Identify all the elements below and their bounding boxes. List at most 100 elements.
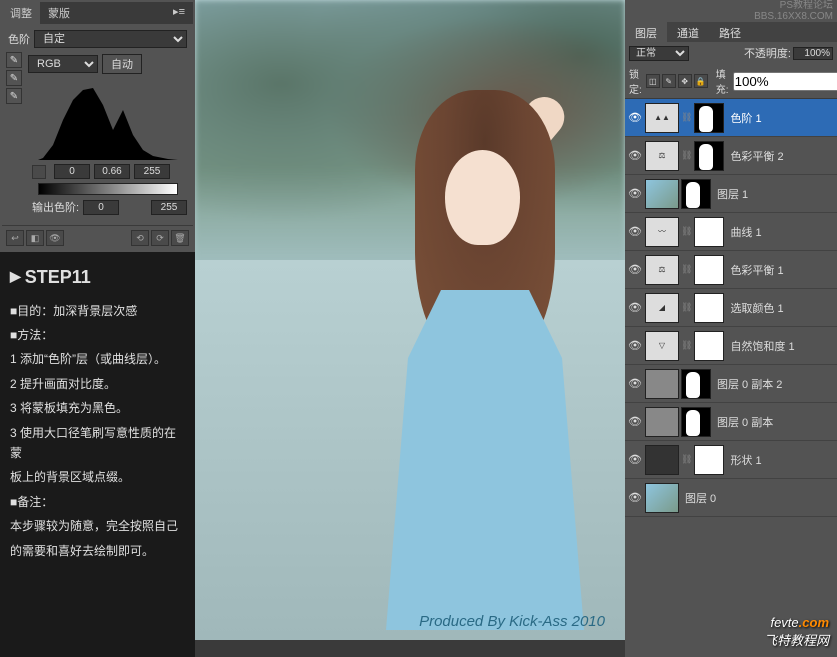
canvas-bottom-bar <box>195 640 625 657</box>
return-icon[interactable]: ↩ <box>6 230 24 246</box>
eyedropper-black-icon[interactable]: ✎ <box>6 52 22 68</box>
output-gradient[interactable] <box>38 183 178 195</box>
link-icon: ⛓ <box>681 150 692 161</box>
layer-name[interactable]: 色彩平衡 2 <box>730 148 783 164</box>
layer-thumb[interactable]: ▽ <box>645 331 679 361</box>
lock-all-icon[interactable]: 🔒 <box>694 74 708 88</box>
layer-thumb[interactable] <box>645 407 679 437</box>
panel-menu-icon[interactable]: ▸≡ <box>165 2 193 24</box>
opacity-input[interactable] <box>793 47 833 60</box>
layer-row[interactable]: 👁 ⛓ 形状 1 <box>625 441 837 479</box>
input-black-point[interactable] <box>54 164 90 179</box>
trash-icon[interactable]: 🗑 <box>171 230 189 246</box>
tab-adjustments[interactable]: 调整 <box>2 2 40 24</box>
fill-input[interactable] <box>733 72 837 91</box>
layer-mask[interactable] <box>681 407 711 437</box>
auto-button[interactable]: 自动 <box>102 54 142 74</box>
layer-row[interactable]: 👁 〰 ⛓ 曲线 1 <box>625 213 837 251</box>
step-title: STEP11 <box>10 262 185 293</box>
tab-channels[interactable]: 通道 <box>667 22 709 42</box>
layer-thumb[interactable] <box>645 445 679 475</box>
layer-thumb[interactable]: ◢ <box>645 293 679 323</box>
visibility-icon[interactable]: 👁 <box>627 491 643 504</box>
tab-layers[interactable]: 图层 <box>625 22 667 42</box>
layer-thumb[interactable]: ⚖ <box>645 255 679 285</box>
visibility-icon[interactable]: 👁 <box>627 225 643 238</box>
prev-state-icon[interactable]: ⟲ <box>131 230 149 246</box>
layer-mask[interactable] <box>694 293 724 323</box>
lock-paint-icon[interactable]: ✎ <box>662 74 676 88</box>
layer-name[interactable]: 图层 0 副本 2 <box>717 376 782 392</box>
eye-icon[interactable]: 👁 <box>46 230 64 246</box>
layer-row[interactable]: 👁 ⚖ ⛓ 色彩平衡 2 <box>625 137 837 175</box>
layer-mask[interactable] <box>681 369 711 399</box>
layer-mask[interactable] <box>694 255 724 285</box>
step-panel: STEP11 ■目的：加深背景层次感 ■方法： 1 添加“色阶”层（或曲线层）。… <box>0 252 195 575</box>
layer-row[interactable]: 👁 ⚖ ⛓ 色彩平衡 1 <box>625 251 837 289</box>
preset-select[interactable]: 自定 <box>34 30 187 48</box>
visibility-icon[interactable]: 👁 <box>627 263 643 276</box>
layer-thumb[interactable] <box>645 179 679 209</box>
layer-thumb[interactable]: ⚖ <box>645 141 679 171</box>
layer-row[interactable]: 👁 图层 0 副本 <box>625 403 837 441</box>
layer-row[interactable]: 👁 图层 1 <box>625 175 837 213</box>
tab-mask[interactable]: 蒙版 <box>40 2 78 24</box>
lock-transparency-icon[interactable]: ◫ <box>646 74 660 88</box>
eyedropper-gray-icon[interactable]: ✎ <box>6 70 22 86</box>
layer-thumb[interactable]: 〰 <box>645 217 679 247</box>
layer-name[interactable]: 色阶 1 <box>730 110 761 126</box>
layer-name[interactable]: 图层 0 副本 <box>717 414 773 430</box>
layer-row[interactable]: 👁 ◢ ⛓ 选取颜色 1 <box>625 289 837 327</box>
layer-name[interactable]: 图层 1 <box>717 186 748 202</box>
visibility-icon[interactable]: 👁 <box>627 187 643 200</box>
layer-row[interactable]: 👁 ▲▲ ⛓ 色阶 1 <box>625 99 837 137</box>
layer-name[interactable]: 曲线 1 <box>730 224 761 240</box>
lock-position-icon[interactable]: ✥ <box>678 74 692 88</box>
layer-mask[interactable] <box>694 445 724 475</box>
blend-mode-select[interactable]: 正常 <box>629 46 689 61</box>
layer-thumb[interactable]: ▲▲ <box>645 103 679 133</box>
layer-mask[interactable] <box>681 179 711 209</box>
visibility-icon[interactable]: 👁 <box>627 149 643 162</box>
layer-row[interactable]: 👁 图层 0 <box>625 479 837 517</box>
input-gamma[interactable] <box>94 164 130 179</box>
layer-thumb[interactable] <box>645 369 679 399</box>
layer-thumb[interactable] <box>645 483 679 513</box>
layer-mask[interactable] <box>694 103 724 133</box>
layer-row[interactable]: 👁 图层 0 副本 2 <box>625 365 837 403</box>
eyedropper-white-icon[interactable]: ✎ <box>6 88 22 104</box>
reset-icon[interactable]: ⟳ <box>151 230 169 246</box>
visibility-icon[interactable]: 👁 <box>627 415 643 428</box>
layer-name[interactable]: 图层 0 <box>685 490 716 506</box>
link-icon: ⛓ <box>681 340 692 351</box>
visibility-icon[interactable]: 👁 <box>627 111 643 124</box>
output-black[interactable] <box>83 200 119 215</box>
output-white[interactable] <box>151 200 187 215</box>
link-icon: ⛓ <box>681 226 692 237</box>
layer-mask[interactable] <box>694 331 724 361</box>
layer-name[interactable]: 形状 1 <box>730 452 761 468</box>
tab-paths[interactable]: 路径 <box>709 22 751 42</box>
layer-mask[interactable] <box>694 217 724 247</box>
link-icon: ⛓ <box>681 264 692 275</box>
layer-name[interactable]: 色彩平衡 1 <box>730 262 783 278</box>
channel-select[interactable]: RGB <box>28 55 98 73</box>
clip-toggle-icon[interactable] <box>32 165 46 179</box>
layers-list: 👁 ▲▲ ⛓ 色阶 1 👁 ⚖ ⛓ 色彩平衡 2 👁 图层 1 👁 〰 ⛓ 曲线… <box>625 98 837 517</box>
layer-row[interactable]: 👁 ▽ ⛓ 自然饱和度 1 <box>625 327 837 365</box>
layer-name[interactable]: 自然饱和度 1 <box>730 338 794 354</box>
output-levels-label: 输出色阶: <box>32 199 79 215</box>
visibility-icon[interactable]: 👁 <box>627 301 643 314</box>
visibility-icon[interactable]: 👁 <box>627 377 643 390</box>
layer-name[interactable]: 选取颜色 1 <box>730 300 783 316</box>
visibility-icon[interactable]: 👁 <box>627 339 643 352</box>
canvas-image: Produced By Kick-Ass 2010 <box>195 0 625 640</box>
input-white-point[interactable] <box>134 164 170 179</box>
layer-mask[interactable] <box>694 141 724 171</box>
clip-icon[interactable]: ◧ <box>26 230 44 246</box>
visibility-icon[interactable]: 👁 <box>627 453 643 466</box>
histogram[interactable] <box>38 80 178 160</box>
fevte-watermark: fevte.com 飞特教程网 <box>764 615 829 649</box>
fill-label: 填充: <box>716 66 729 96</box>
link-icon: ⛓ <box>681 454 692 465</box>
